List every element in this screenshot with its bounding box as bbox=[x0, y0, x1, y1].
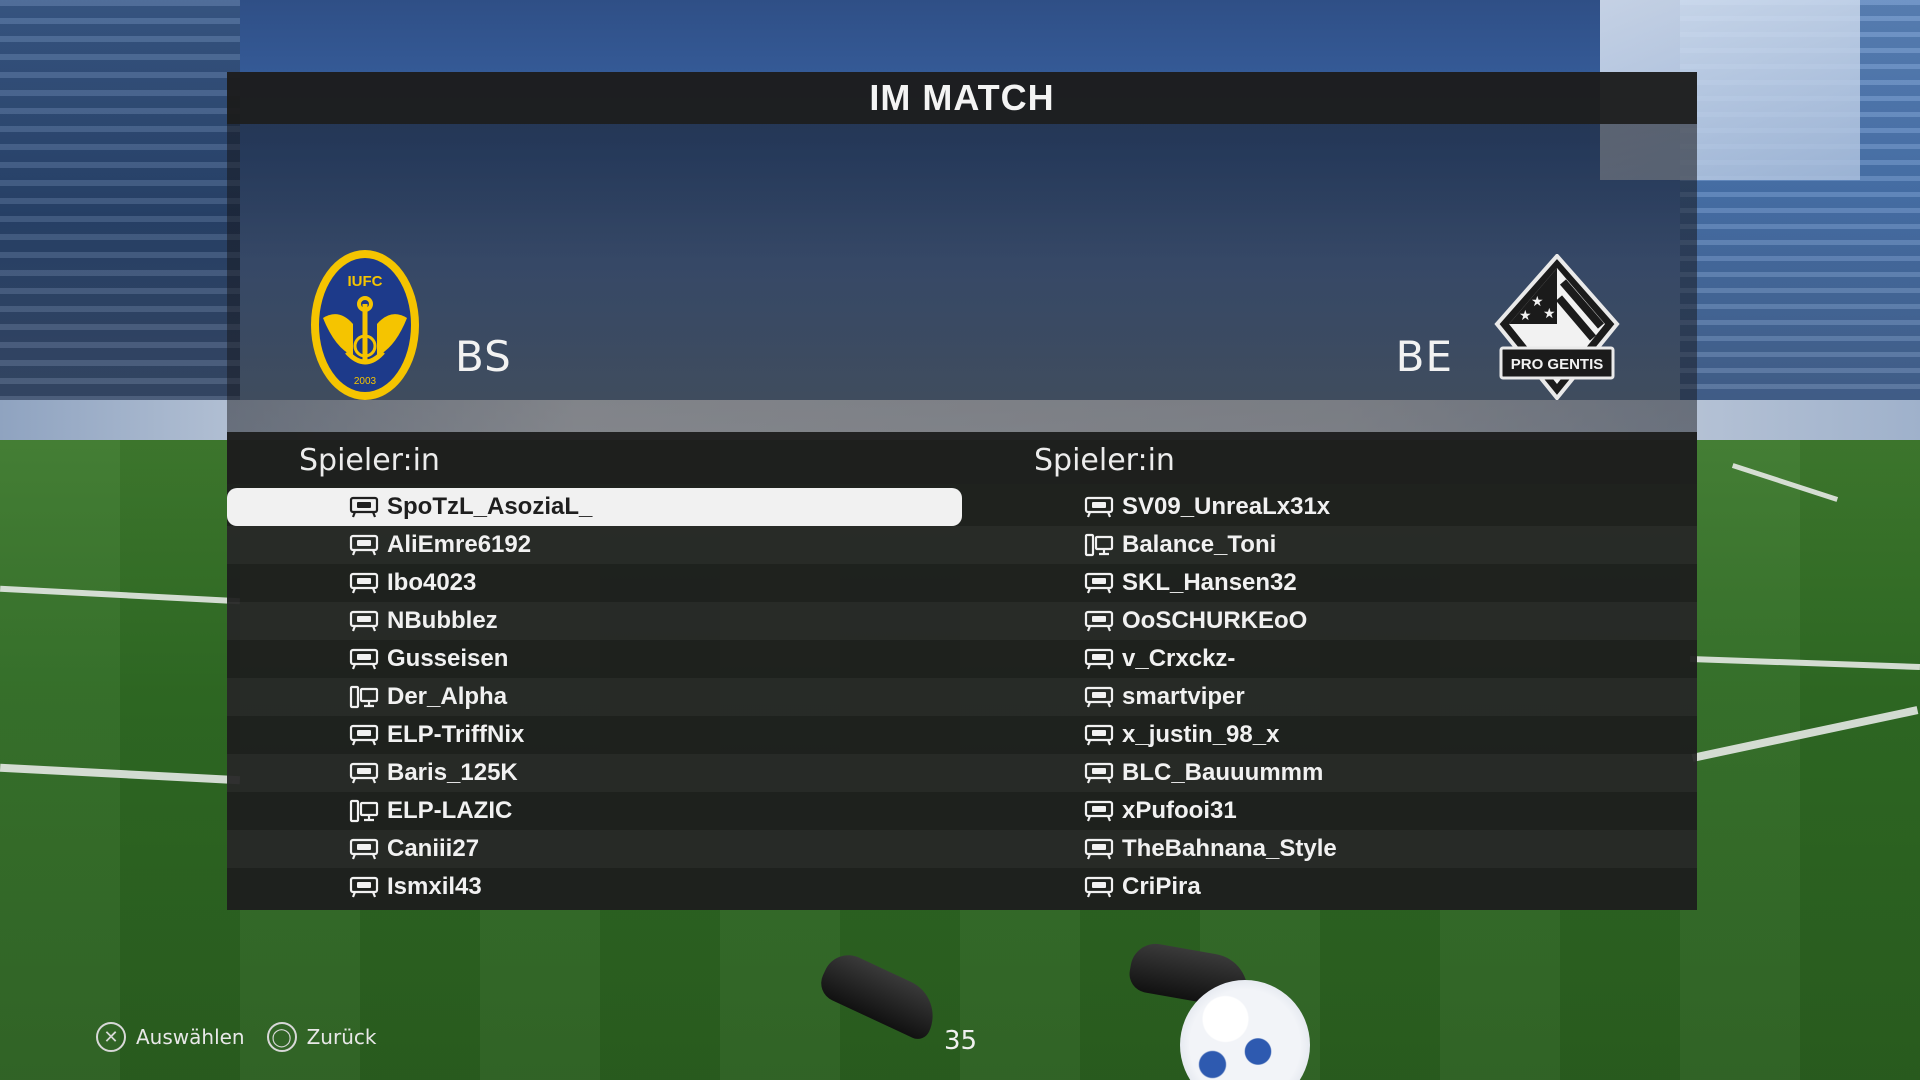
home-player-row[interactable]: Ibo4023 bbox=[227, 564, 962, 602]
console-icon bbox=[1084, 647, 1114, 671]
away-player-row[interactable]: SKL_Hansen32 bbox=[962, 564, 1697, 602]
star-icon: ★ bbox=[1543, 306, 1556, 322]
console-icon bbox=[1084, 571, 1114, 595]
back-hint[interactable]: ◯ Zurück bbox=[266, 1022, 377, 1052]
player-name: AliEmre6192 bbox=[387, 531, 532, 558]
pc-icon bbox=[349, 685, 379, 709]
player-name: Baris_125K bbox=[387, 759, 518, 786]
away-player-column: Spieler:in SV09_UnreaLx31x Balance_Toni SK… bbox=[962, 432, 1697, 910]
console-icon bbox=[1084, 495, 1114, 519]
away-player-row[interactable]: smartviper bbox=[962, 678, 1697, 716]
home-team-abbr: BS bbox=[455, 332, 512, 381]
cross-button-icon: ✕ bbox=[96, 1022, 126, 1052]
console-icon bbox=[1084, 761, 1114, 785]
back-label: Zurück bbox=[306, 1025, 377, 1049]
player-name: SV09_UnreaLx31x bbox=[1122, 493, 1331, 520]
console-icon bbox=[349, 495, 379, 519]
player-name: CriPira bbox=[1122, 873, 1201, 900]
away-player-row[interactable]: OoSCHURKEoO bbox=[962, 602, 1697, 640]
console-icon bbox=[349, 723, 379, 747]
home-player-row[interactable]: Baris_125K bbox=[227, 754, 962, 792]
home-column-header: Spieler:in bbox=[299, 442, 440, 478]
console-icon bbox=[349, 761, 379, 785]
player-name: OoSCHURKEoO bbox=[1122, 607, 1308, 634]
player-name: Gusseisen bbox=[387, 645, 509, 672]
player-name: TheBahnana_Style bbox=[1122, 835, 1337, 862]
away-player-row[interactable]: x_justin_98_x bbox=[962, 716, 1697, 754]
home-team-crest-icon: IUFC 2003 bbox=[311, 250, 419, 400]
button-hints: ✕ Auswählen ◯ Zurück bbox=[96, 1022, 376, 1052]
away-player-row[interactable]: v_Crxckz- bbox=[962, 640, 1697, 678]
page-title: IM MATCH bbox=[869, 77, 1055, 118]
panel-header: IM MATCH bbox=[227, 72, 1697, 124]
home-player-column: Spieler:in SpoTzL_AsoziaL_ AliEmre6192 Ibo… bbox=[227, 432, 962, 910]
away-team-abbr: BE bbox=[1395, 332, 1453, 381]
player-name: Ibo4023 bbox=[387, 569, 477, 596]
console-icon bbox=[1084, 799, 1114, 823]
away-player-row[interactable]: TheBahnana_Style bbox=[962, 830, 1697, 868]
home-player-row[interactable]: ELP-LAZIC bbox=[227, 792, 962, 830]
console-icon bbox=[349, 533, 379, 557]
player-name: Ismxil43 bbox=[387, 873, 482, 900]
home-player-row[interactable]: Ismxil43 bbox=[227, 868, 962, 906]
stand-left bbox=[0, 0, 240, 430]
console-icon bbox=[349, 609, 379, 633]
match-timer: 35 bbox=[944, 1026, 978, 1056]
teams-band: IUFC 2003 BS BE ★ ★ ★ PRO GENTIS bbox=[227, 124, 1697, 484]
select-label: Auswählen bbox=[136, 1025, 245, 1049]
console-icon bbox=[1084, 837, 1114, 861]
console-icon bbox=[349, 647, 379, 671]
console-icon bbox=[1084, 685, 1114, 709]
home-player-row[interactable]: ELP-TriffNix bbox=[227, 716, 962, 754]
home-crest-year: 2003 bbox=[354, 376, 377, 387]
player-name: Caniii27 bbox=[387, 835, 480, 862]
pc-icon bbox=[349, 799, 379, 823]
star-icon: ★ bbox=[1519, 308, 1532, 324]
player-name: ELP-TriffNix bbox=[387, 721, 525, 748]
player-name: x_justin_98_x bbox=[1122, 721, 1280, 748]
player-name: smartviper bbox=[1122, 683, 1245, 710]
in-match-panel: IM MATCH IUFC 2003 BS BE ★ ★ ★ PRO GENTI… bbox=[227, 72, 1697, 910]
player-name: v_Crxckz- bbox=[1122, 645, 1236, 672]
star-icon: ★ bbox=[1531, 294, 1544, 310]
home-crest-text: IUFC bbox=[348, 273, 383, 290]
player-name: xPufooi31 bbox=[1122, 797, 1237, 824]
pc-icon bbox=[1084, 533, 1114, 557]
console-icon bbox=[1084, 609, 1114, 633]
player-name: ELP-LAZIC bbox=[387, 797, 513, 824]
console-icon bbox=[349, 837, 379, 861]
away-player-row[interactable]: Balance_Toni bbox=[962, 526, 1697, 564]
player-name: Balance_Toni bbox=[1122, 531, 1277, 558]
home-player-row[interactable]: AliEmre6192 bbox=[227, 526, 962, 564]
home-player-row[interactable]: Der_Alpha bbox=[227, 678, 962, 716]
away-player-row[interactable]: BLC_Bauuummm bbox=[962, 754, 1697, 792]
away-player-row[interactable]: CriPira bbox=[962, 868, 1697, 906]
player-lists: Spieler:in SpoTzL_AsoziaL_ AliEmre6192 Ibo… bbox=[227, 432, 1697, 910]
home-player-list: SpoTzL_AsoziaL_ AliEmre6192 Ibo4023 NBubble… bbox=[227, 488, 962, 906]
away-team-crest-icon: ★ ★ ★ PRO GENTIS bbox=[1494, 254, 1620, 400]
player-name: NBubblez bbox=[387, 607, 498, 634]
home-player-row[interactable]: Caniii27 bbox=[227, 830, 962, 868]
home-player-row[interactable]: Gusseisen bbox=[227, 640, 962, 678]
select-hint[interactable]: ✕ Auswählen bbox=[96, 1022, 245, 1052]
player-name: SpoTzL_AsoziaL_ bbox=[387, 493, 593, 520]
player-name: Der_Alpha bbox=[387, 683, 508, 710]
console-icon bbox=[349, 571, 379, 595]
away-player-list: SV09_UnreaLx31x Balance_Toni SKL_Hansen32 O… bbox=[962, 488, 1697, 906]
player-name: SKL_Hansen32 bbox=[1122, 569, 1297, 596]
console-icon bbox=[1084, 723, 1114, 747]
away-player-row[interactable]: SV09_UnreaLx31x bbox=[962, 488, 1697, 526]
circle-button-icon: ◯ bbox=[266, 1022, 297, 1052]
home-player-row[interactable]: NBubblez bbox=[227, 602, 962, 640]
away-crest-text: PRO GENTIS bbox=[1511, 356, 1604, 373]
console-icon bbox=[349, 875, 379, 899]
home-player-row[interactable]: SpoTzL_AsoziaL_ bbox=[227, 488, 962, 526]
console-icon bbox=[1084, 875, 1114, 899]
player-name: BLC_Bauuummm bbox=[1122, 759, 1324, 786]
away-column-header: Spieler:in bbox=[1034, 442, 1175, 478]
away-player-row[interactable]: xPufooi31 bbox=[962, 792, 1697, 830]
